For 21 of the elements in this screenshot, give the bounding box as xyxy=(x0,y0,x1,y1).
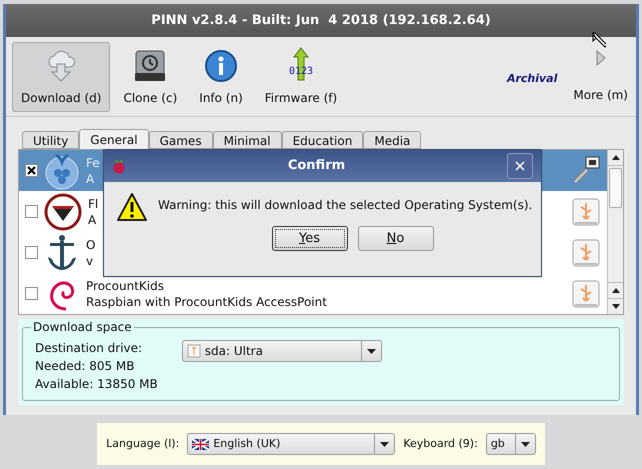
os-description: Raspbian with ProcountKids AccessPoint xyxy=(86,294,327,310)
dialog-title: Confirm xyxy=(286,157,346,176)
os-description: A xyxy=(88,212,96,228)
group-title: Download space xyxy=(31,320,134,334)
os-name: Fe xyxy=(86,154,100,170)
destination-label: Destination drive: xyxy=(35,340,144,356)
language-label: Language (l): xyxy=(106,436,180,452)
archival-label: Archival xyxy=(506,70,558,87)
os-description: A xyxy=(86,170,94,186)
os-name: O xyxy=(86,236,96,252)
os-name: Fl xyxy=(88,196,98,212)
drive-name: sda: Ultra xyxy=(204,343,263,360)
window-title: PINN v2.8.4 - Built: Jun 4 2018 (192.168.2.64) xyxy=(151,12,491,30)
os-description: v xyxy=(86,252,94,268)
warning-message: Warning: this will download the selected Operating System(s). xyxy=(158,197,532,214)
available-space-text: Available: 13850 MB xyxy=(35,376,158,392)
keyboard-label: Keyboard (9): xyxy=(403,436,478,452)
keyboard-value: gb xyxy=(490,436,505,452)
needed-space-text: Needed: 805 MB xyxy=(35,358,136,374)
language-value: English (UK) xyxy=(213,436,280,452)
os-name: ProcountKids xyxy=(86,278,164,294)
